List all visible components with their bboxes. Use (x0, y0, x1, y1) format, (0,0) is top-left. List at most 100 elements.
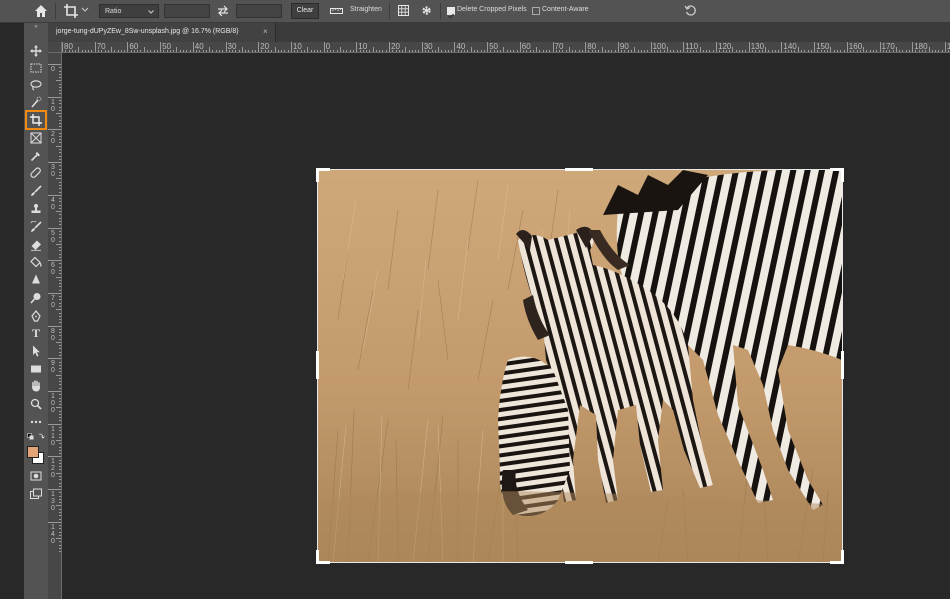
crop-handle-top-right-v[interactable] (841, 168, 844, 182)
clone-stamp-tool[interactable] (28, 201, 44, 217)
paint-bucket-icon (30, 256, 42, 268)
ruler-label: 70 (51, 294, 55, 309)
more-tools-button[interactable] (28, 414, 44, 430)
delete-cropped-checkbox[interactable] (447, 7, 455, 19)
default-colors-icon[interactable] (27, 433, 45, 443)
lasso-tool[interactable] (28, 77, 44, 93)
crop-handle-bottom-left-v[interactable] (316, 550, 319, 564)
pen-tool[interactable] (28, 308, 44, 324)
ruler-minor-tick (268, 50, 269, 52)
ruler-minor-tick (820, 50, 822, 52)
ruler-minor-tick (156, 50, 158, 52)
marquee-tool[interactable] (28, 60, 44, 76)
ruler-minor-tick (56, 243, 61, 245)
ruler-minor-tick (59, 175, 61, 177)
ruler-minor-tick (59, 283, 61, 285)
ruler-minor-tick (948, 50, 950, 52)
dodge-tool[interactable] (28, 290, 44, 306)
ruler-minor-tick (59, 420, 61, 422)
ruler-minor-tick (59, 328, 61, 330)
ruler-minor-tick (604, 50, 606, 52)
straighten-label[interactable]: Straighten (350, 6, 382, 13)
crop-tool[interactable] (25, 110, 47, 130)
ruler-minor-tick (503, 47, 505, 52)
ruler-minor-tick (447, 50, 449, 52)
crop-tool-preset-icon[interactable] (63, 3, 79, 19)
ruler-minor-tick (869, 50, 871, 52)
ruler-minor-tick (496, 50, 498, 52)
frame-tool[interactable] (28, 130, 44, 146)
eraser-tool[interactable] (28, 237, 44, 253)
ruler-minor-tick (922, 50, 923, 52)
ruler-minor-tick (59, 426, 61, 428)
content-aware-label[interactable]: Content-Aware (542, 6, 589, 13)
crop-handle-bottom-right-v[interactable] (841, 550, 844, 564)
close-icon[interactable]: × (263, 27, 268, 36)
ruler-minor-tick (725, 50, 727, 52)
ruler-minor-tick (513, 50, 515, 52)
ruler-major-tick (650, 42, 652, 52)
crop-handle-bottom[interactable] (565, 561, 593, 564)
screen-mode-button[interactable] (28, 486, 44, 502)
move-tool[interactable] (28, 43, 44, 59)
rectangle-tool[interactable] (28, 361, 44, 377)
gear-icon[interactable] (420, 4, 433, 17)
ruler-origin[interactable] (48, 42, 62, 53)
quick-select-tool[interactable] (28, 94, 44, 110)
ratio-select[interactable]: Ratio (99, 4, 159, 18)
hand-tool[interactable] (28, 378, 44, 394)
brush-tool[interactable] (28, 183, 44, 199)
healing-brush-tool[interactable] (28, 165, 44, 181)
ruler-minor-tick (621, 50, 623, 52)
ruler-minor-tick (59, 224, 61, 226)
ruler-minor-tick (572, 50, 574, 52)
ruler-minor-tick (536, 47, 538, 52)
type-tool[interactable]: T (28, 325, 44, 341)
paint-bucket-tool[interactable] (28, 254, 44, 270)
document-image[interactable] (318, 170, 842, 562)
delete-cropped-label[interactable]: Delete Cropped Pixels (457, 6, 527, 13)
eyedropper-tool[interactable] (28, 148, 44, 164)
ruler-minor-tick (59, 312, 61, 314)
zoom-tool[interactable] (28, 396, 44, 412)
ruler-minor-tick (581, 50, 583, 52)
eraser-icon (31, 240, 41, 251)
quick-mask-button[interactable] (28, 468, 44, 484)
ruler-minor-tick (395, 50, 397, 52)
foreground-color-swatch[interactable] (27, 446, 39, 458)
straighten-icon[interactable] (330, 6, 343, 16)
width-field[interactable] (164, 4, 210, 18)
content-aware-checkbox[interactable] (532, 7, 540, 15)
height-field[interactable] (236, 4, 282, 18)
ruler-major-tick (552, 42, 554, 52)
ruler-major-tick (356, 42, 358, 52)
home-icon[interactable] (34, 4, 48, 18)
crop-handle-right[interactable] (841, 351, 844, 379)
collapse-panel-button[interactable]: » (24, 23, 48, 31)
ruler-minor-tick (451, 50, 453, 52)
clear-button[interactable]: Clear (291, 3, 319, 19)
crop-handle-top[interactable] (565, 168, 593, 171)
history-brush-tool[interactable] (28, 219, 44, 235)
horizontal-ruler[interactable]: 80 70 60 50 40 30 20 10 0 10 20 30 40 50 60 70 80 90 100 11… (62, 42, 950, 53)
ruler-minor-tick (59, 508, 61, 510)
ruler-minor-tick (59, 220, 61, 222)
chevron-down-icon[interactable] (81, 6, 89, 14)
ruler-minor-tick (575, 50, 577, 52)
crop-handle-left[interactable] (316, 351, 319, 379)
ruler-minor-tick (853, 50, 855, 52)
ruler-minor-tick (71, 50, 73, 52)
reset-icon[interactable] (684, 4, 697, 17)
swap-icon[interactable] (217, 5, 229, 17)
ruler-minor-tick (562, 50, 564, 52)
path-selection-tool[interactable] (28, 343, 44, 359)
ruler-minor-tick (212, 50, 214, 52)
vertical-ruler[interactable]: 0 10 20 30 40 50 60 70 80 90 100 110 120 130 140 (48, 53, 62, 599)
ruler-minor-tick (797, 47, 799, 52)
crop-handle-top-left-v[interactable] (316, 168, 319, 182)
document-tab[interactable]: jorge-tung-dUPyZEw_8Sw-unsplash.jpg @ 16… (48, 23, 276, 42)
blur-tool[interactable] (28, 272, 44, 288)
ruler-minor-tick (56, 374, 61, 376)
grid-overlay-icon[interactable] (397, 4, 410, 17)
ruler-minor-tick (251, 50, 253, 52)
